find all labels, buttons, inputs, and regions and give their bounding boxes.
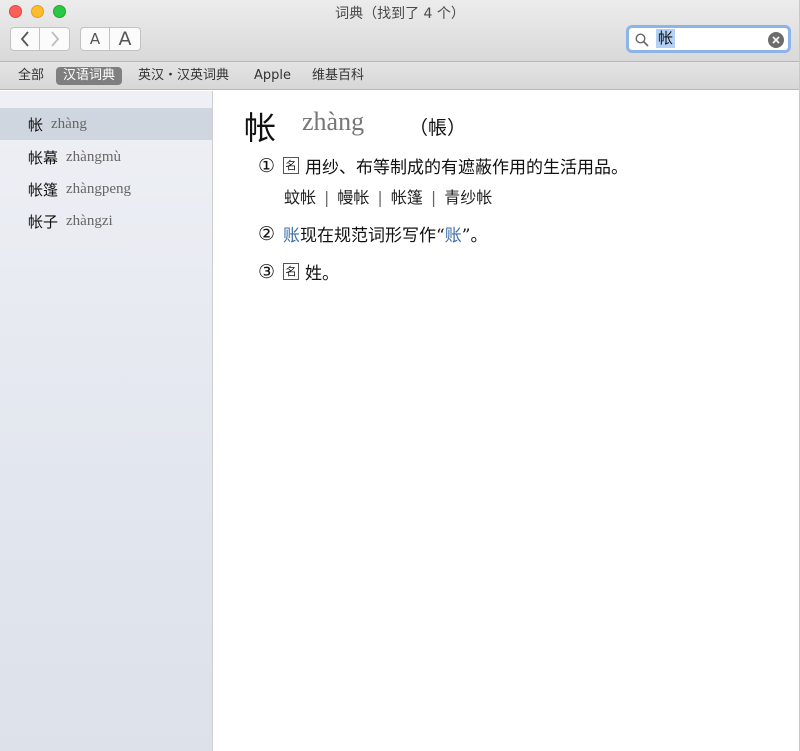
sense-2: ② 账现在规范词形写作“ 账”。 (258, 221, 488, 247)
sidebar-entry[interactable]: 帐 zhàng (0, 108, 212, 140)
scope-wikipedia[interactable]: 维基百科 (305, 67, 371, 85)
sidebar-entry[interactable]: 帐幕 zhàngmù (0, 141, 212, 173)
example-words: 蚊帐 | 幔帐 | 帐篷 | 青纱帐 (284, 188, 493, 207)
entry-pinyin: zhàngzi (66, 212, 113, 229)
sense-1: ① 名 用纱、布等制成的有遮蔽作用的生活用品。 (258, 153, 629, 179)
sidebar-entry[interactable]: 帐篷 zhàngpeng (0, 173, 212, 205)
example-word: 帐篷 (390, 188, 423, 207)
scope-all[interactable]: 全部 (11, 67, 51, 85)
example-word: 幔帐 (337, 188, 370, 207)
decrease-font-button[interactable]: A (80, 27, 110, 51)
title-bar: 词典（找到了 4 个） A A 帐 (0, 0, 799, 62)
search-input[interactable]: 帐 (656, 29, 676, 48)
scope-bar: 全部 汉语词典 英汉・汉英词典 Apple 维基百科 (0, 62, 799, 90)
clear-search-button[interactable] (768, 32, 784, 48)
scope-chinese-dictionary[interactable]: 汉语词典 (56, 67, 123, 85)
sense-text: ”。 (461, 226, 488, 246)
entry-word: 帐子 (28, 212, 59, 231)
entry-pinyin: zhàngpeng (66, 180, 131, 197)
sense-text: 用纱、布等制成的有遮蔽作用的生活用品。 (305, 158, 629, 178)
sense-text: 现在规范词形写作“ (300, 226, 445, 246)
scope-english-chinese-dictionary[interactable]: 英汉・汉英词典 (131, 67, 236, 85)
entry-pinyin: zhàngmù (66, 148, 121, 165)
example-word: 青纱帐 (444, 188, 493, 207)
search-icon (635, 33, 649, 47)
example-word: 蚊帐 (284, 188, 317, 207)
sense-number: ① (258, 154, 276, 177)
close-icon (772, 36, 780, 44)
headword-pinyin: zhàng (302, 107, 365, 136)
cross-reference-link[interactable]: 账 (445, 221, 462, 246)
increase-font-button[interactable]: A (110, 27, 141, 51)
definition-pane: 帐 zhàng （帳） ① 名 用纱、布等制成的有遮蔽作用的生活用品。 蚊帐 | 幔… (214, 91, 799, 751)
sense-3: ③ 名 姓。 (258, 259, 340, 285)
entry-pinyin: zhàng (51, 115, 87, 132)
traditional-variant: （帳） (409, 117, 467, 139)
results-sidebar: 帐 zhàng 帐幕 zhàngmù 帐篷 zhàngpeng 帐子 zhàng… (0, 91, 213, 751)
sidebar-entry[interactable]: 帐子 zhàngzi (0, 205, 212, 237)
search-field[interactable]: 帐 (626, 25, 791, 53)
cross-reference-link[interactable]: 账 (283, 221, 300, 246)
dictionary-window: 词典（找到了 4 个） A A 帐 全部 汉语词典 英汉・汉英词典 Apple … (0, 0, 800, 751)
chevron-left-icon (20, 31, 29, 47)
back-button[interactable] (10, 27, 40, 51)
entry-word: 帐篷 (28, 180, 59, 199)
scope-apple[interactable]: Apple (247, 67, 298, 85)
window-title: 词典（找到了 4 个） (335, 6, 465, 22)
part-of-speech-badge: 名 (283, 157, 300, 174)
entry-word: 帐幕 (28, 148, 59, 167)
sense-number: ② (258, 222, 276, 245)
sense-text: 姓。 (305, 264, 340, 284)
chevron-right-icon (50, 31, 59, 47)
sense-number: ③ (258, 260, 276, 283)
part-of-speech-badge: 名 (283, 263, 300, 280)
entry-word: 帐 (28, 115, 44, 134)
headword: 帐 (244, 109, 277, 147)
forward-button[interactable] (40, 27, 70, 51)
